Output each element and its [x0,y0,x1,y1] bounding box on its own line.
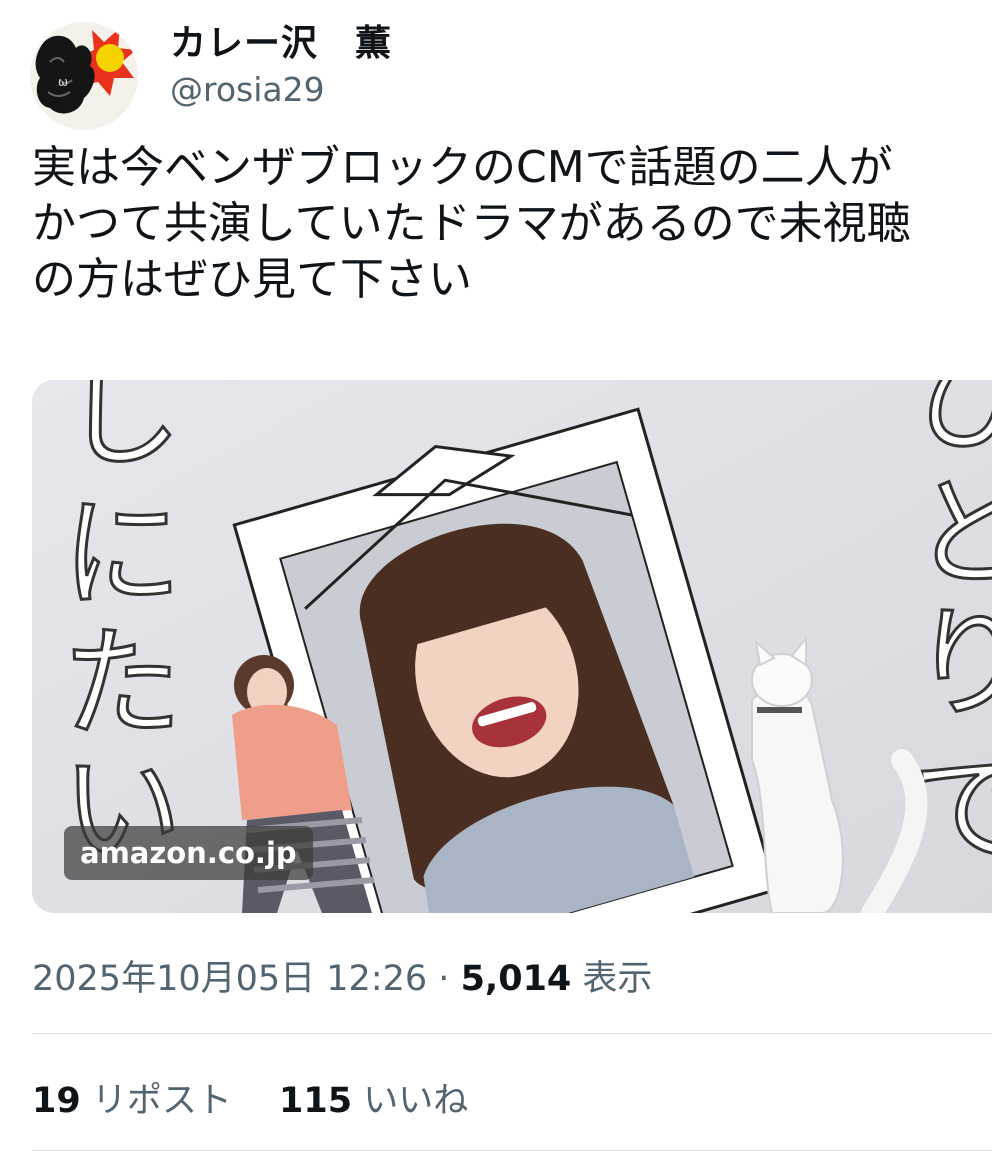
tweet-meta: 2025年10月05日 12:26 · 5,014 表示 [32,950,652,1001]
display-name[interactable]: カレー沢 薫 [170,14,392,66]
tweet-text-line: の方はぜひ見て下さい [32,254,472,305]
poster-char: に [62,485,182,624]
divider [32,1150,992,1151]
engagement-stats: 19 リポスト 115 いいね [32,1072,504,1123]
user-handle[interactable]: @rosia29 [170,70,325,109]
media-card[interactable]: し に た い ひ と り で amazon.co.jp [32,380,992,913]
timestamp[interactable]: 2025年10月05日 12:26 [32,959,427,999]
tweet-text: 実は今ベンザブロックのCMで話題の二人が かつて共演していたドラマがあるので未視… [32,140,992,308]
reposts-label: リポスト [91,1081,232,1121]
divider [32,1033,992,1034]
poster-char: と [912,465,992,604]
avatar[interactable]: ω [30,22,138,130]
reposts-count: 19 [32,1081,81,1121]
avatar-image: ω [30,22,138,130]
poster-char: し [62,380,182,484]
tweet-text-line: かつて共演していたドラマがあるので未視聴 [32,198,911,249]
likes-count: 115 [279,1081,353,1121]
views-count: 5,014 [460,959,572,999]
source-badge[interactable]: amazon.co.jp [64,826,313,880]
likes-label: いいね [363,1081,469,1121]
meta-separator: · [438,959,450,999]
tweet-text-line: 実は今ベンザブロックのCMで話題の二人が [32,142,893,193]
reposts-stat[interactable]: 19 リポスト [32,1072,232,1123]
views-label: 表示 [582,959,653,999]
poster-char: た [62,615,182,754]
likes-stat[interactable]: 115 いいね [279,1072,468,1123]
svg-text:ω: ω [58,75,68,89]
poster-char: ひ [912,380,992,469]
poster-char: り [912,595,992,734]
